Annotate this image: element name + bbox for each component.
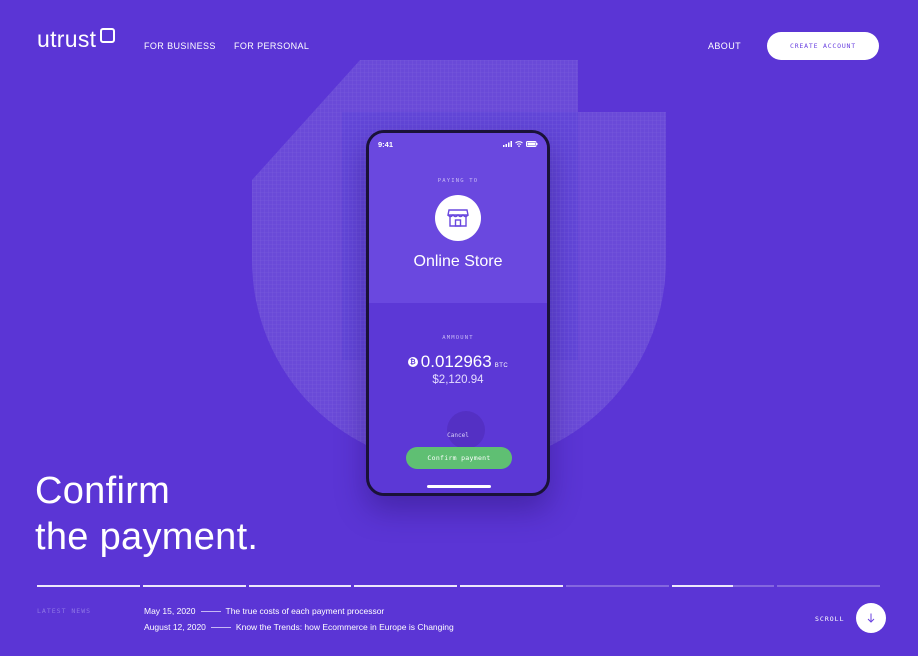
status-icons	[503, 141, 538, 147]
status-time: 9:41	[378, 140, 394, 149]
store-name: Online Store	[413, 253, 503, 270]
paying-to-label: PAYING TO	[437, 178, 479, 184]
logo-text: utrust	[37, 26, 97, 52]
wifi-icon	[515, 141, 523, 147]
progress-segment-fill	[460, 585, 563, 587]
progress-segment	[142, 585, 246, 587]
progress-segment	[37, 585, 140, 587]
latest-news-label: LATEST NEWS	[37, 607, 92, 615]
phone-mockup: 9:41 PAYING TO Online Store AMMOUNT ₿ 0.…	[366, 130, 550, 496]
cancel-link[interactable]: Cancel	[369, 432, 547, 439]
slide-progress	[37, 585, 880, 587]
scroll-down-button[interactable]	[856, 603, 886, 633]
bitcoin-icon: ₿	[407, 357, 418, 367]
news-title: Know the Trends: how Ecommerce in Europe…	[235, 622, 454, 632]
progress-segment	[671, 585, 775, 587]
progress-segment-fill	[671, 585, 734, 587]
progress-segment	[354, 585, 457, 587]
hero-line-2: the payment.	[35, 516, 259, 558]
usd-amount: $2,120.94	[432, 374, 484, 386]
progress-segment-fill	[142, 585, 246, 587]
news-title: The true costs of each payment processor	[225, 606, 385, 616]
news-date: August 12, 2020	[144, 622, 206, 632]
btc-unit: BTC	[494, 363, 509, 369]
storefront-icon	[435, 195, 481, 241]
news-date: May 15, 2020	[144, 606, 196, 616]
progress-segment-fill	[248, 585, 352, 587]
progress-segment	[248, 585, 352, 587]
progress-segment-fill	[37, 585, 140, 587]
nav-for-business[interactable]: FOR BUSINESS	[144, 41, 216, 51]
hero-headline: Confirm the payment.	[35, 468, 258, 560]
progress-segment	[460, 585, 563, 587]
nav-for-personal[interactable]: FOR PERSONAL	[234, 41, 309, 51]
create-account-button[interactable]: CREATE ACCOUNT	[767, 32, 879, 60]
btc-amount: 0.012963	[420, 352, 492, 371]
signal-icon	[503, 141, 512, 147]
news-item[interactable]: May 15, 2020 The true costs of each paym…	[144, 606, 384, 616]
logo-mark-icon	[100, 28, 116, 43]
cancel-highlight	[447, 411, 485, 449]
news-item[interactable]: August 12, 2020 Know the Trends: how Eco…	[144, 622, 454, 632]
nav-about[interactable]: ABOUT	[708, 41, 741, 51]
confirm-payment-button[interactable]: Confirm payment	[406, 447, 512, 469]
home-indicator	[427, 485, 491, 488]
btc-amount-row: ₿ 0.012963 BTC	[369, 352, 547, 372]
news-divider	[200, 610, 221, 612]
progress-segment	[777, 585, 880, 587]
amount-label: AMMOUNT	[442, 335, 474, 341]
scroll-label: SCROLL	[815, 615, 845, 623]
utrust-logo[interactable]: utrust	[37, 26, 116, 53]
news-divider	[210, 626, 231, 628]
hero-line-1: Confirm	[35, 470, 171, 512]
arrow-down-icon	[867, 613, 875, 623]
progress-segment	[565, 585, 669, 587]
progress-segment-fill	[354, 585, 457, 587]
battery-icon	[526, 141, 538, 147]
